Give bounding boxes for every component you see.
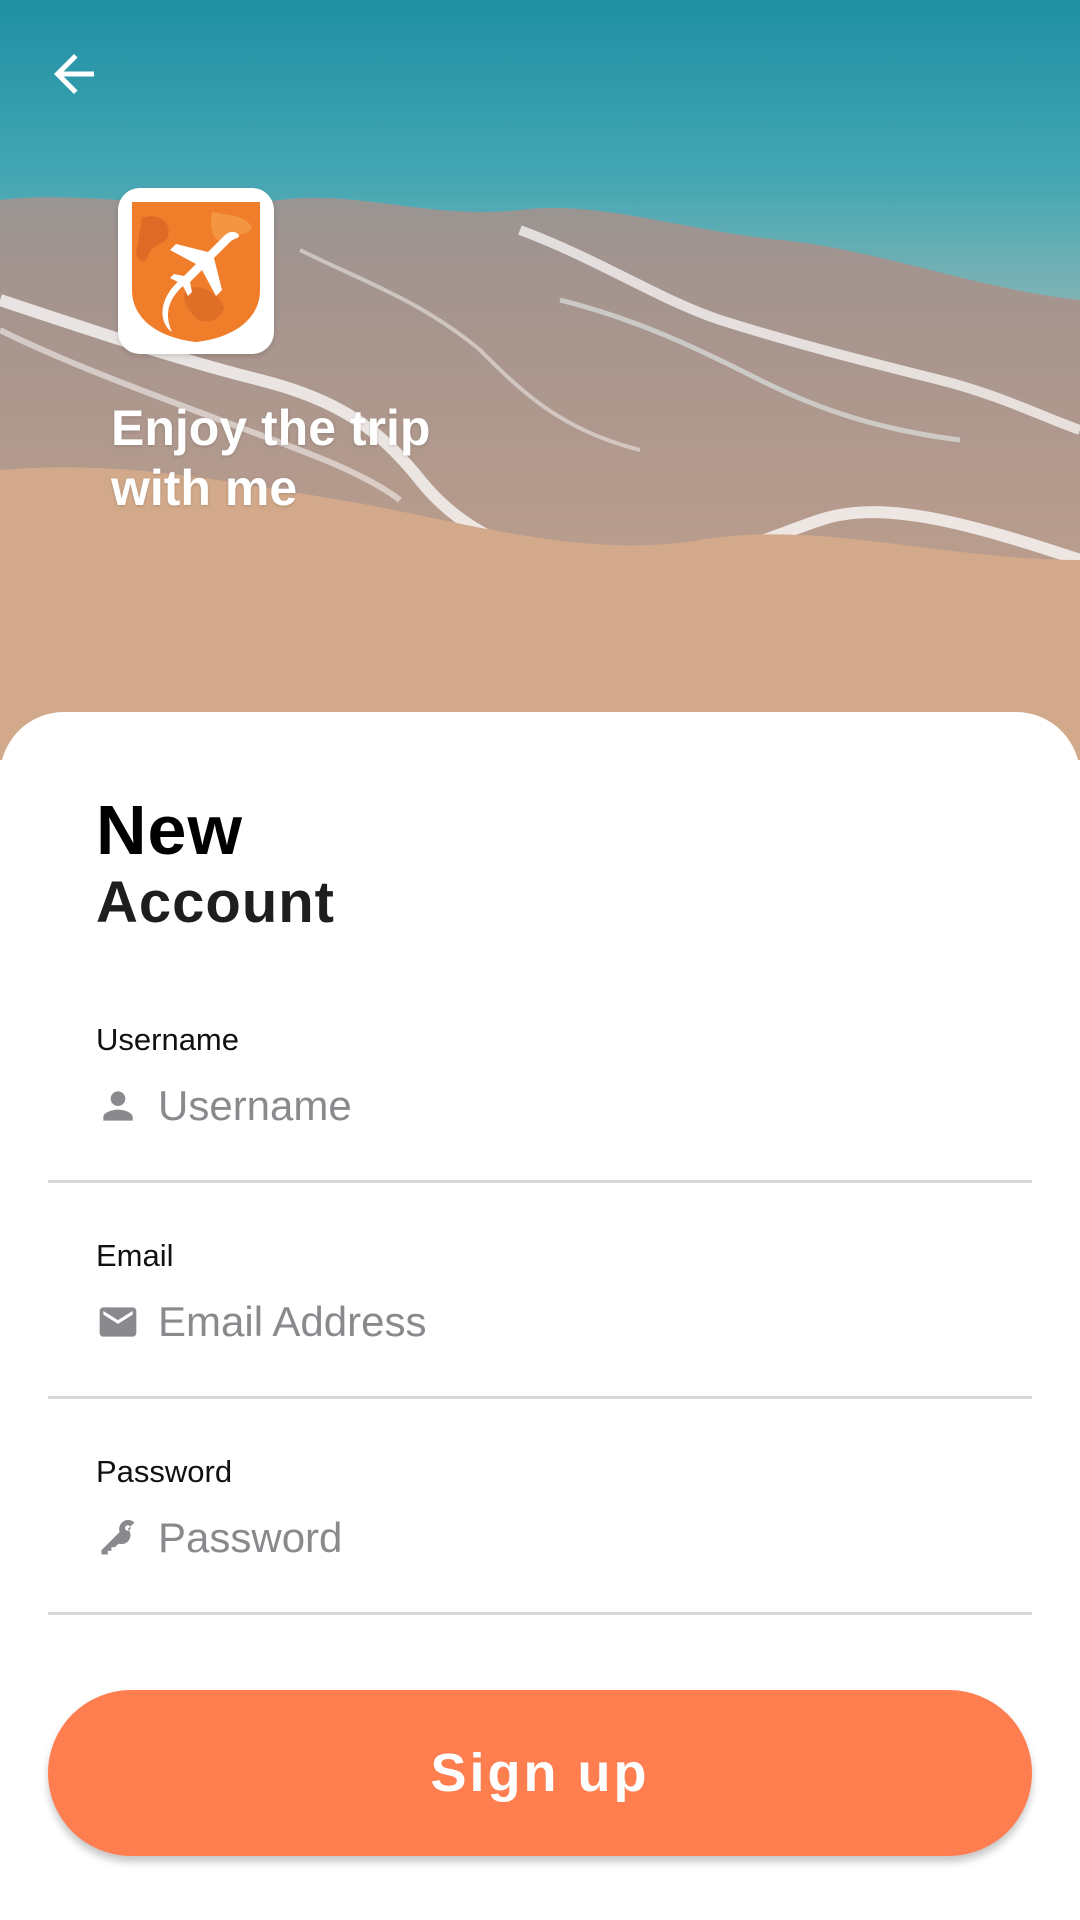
email-field: Email xyxy=(48,1236,1032,1399)
password-field: Password xyxy=(48,1452,1032,1615)
back-button[interactable] xyxy=(44,44,124,124)
person-icon xyxy=(103,1091,133,1121)
email-input[interactable] xyxy=(158,1294,998,1350)
sign-up-button[interactable]: Sign up xyxy=(48,1690,1032,1856)
mail-icon xyxy=(99,1307,137,1337)
username-input[interactable] xyxy=(158,1078,998,1134)
app-logo xyxy=(118,188,274,354)
username-field: Username xyxy=(48,1020,1032,1183)
email-label: Email xyxy=(96,1238,174,1273)
airplane-globe-logo-icon xyxy=(132,202,260,342)
tagline-line2: with me xyxy=(111,460,298,516)
password-label: Password xyxy=(96,1454,233,1489)
username-label: Username xyxy=(96,1022,239,1057)
arrow-back-icon xyxy=(54,54,94,94)
key-icon xyxy=(101,1519,135,1555)
signup-screen: Enjoy the trip with me New Account Usern… xyxy=(0,0,1080,1920)
password-input[interactable] xyxy=(158,1510,998,1566)
page-title-line2: Account xyxy=(96,870,335,935)
beach-hero-image: Enjoy the trip with me xyxy=(0,0,1080,760)
tagline-line1: Enjoy the trip xyxy=(111,400,431,456)
tagline: Enjoy the trip with me xyxy=(111,398,531,518)
page-title-line1: New xyxy=(96,791,243,869)
